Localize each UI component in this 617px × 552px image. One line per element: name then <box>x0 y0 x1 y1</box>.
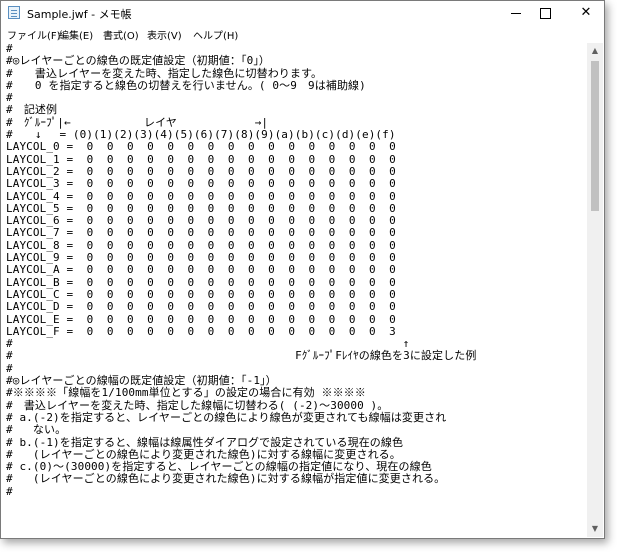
menu-bar: ファイル(F) 編集(E) 書式(O) 表示(V) ヘルプ(H) <box>1 25 604 43</box>
title-bar[interactable]: Sample.jwf - メモ帳 ✕ <box>1 1 604 25</box>
editor-line: LAYCOL_2 = 0 0 0 0 0 0 0 0 0 0 0 0 0 0 0… <box>6 164 396 178</box>
editor-line: # ｸﾞﾙｰﾌﾟ|← レイヤ →| <box>6 115 269 129</box>
editor-line: # b.(-1)を指定すると、線幅は線属性ダイアログで設定されている現在の線色 <box>6 435 404 449</box>
scroll-down-arrow-icon[interactable]: ▼ <box>587 521 603 537</box>
editor-line: # 0 を指定すると線色の切替えを行いません。( 0～9 9は補助線) <box>6 78 366 92</box>
menu-file[interactable]: ファイル(F) <box>7 27 61 42</box>
editor-line: LAYCOL_C = 0 0 0 0 0 0 0 0 0 0 0 0 0 0 0… <box>6 287 396 301</box>
notepad-window: Sample.jwf - メモ帳 ✕ ファイル(F) 編集(E) 書式(O) 表… <box>0 0 605 539</box>
editor-line: LAYCOL_0 = 0 0 0 0 0 0 0 0 0 0 0 0 0 0 0… <box>6 140 396 154</box>
menu-view[interactable]: 表示(V) <box>147 27 182 42</box>
editor-line: # (レイヤーごとの線色により変更された線色)に対する線幅が指定値に変更される。 <box>6 472 446 486</box>
editor-line: LAYCOL_5 = 0 0 0 0 0 0 0 0 0 0 0 0 0 0 0… <box>6 201 396 215</box>
menu-help[interactable]: ヘルプ(H) <box>193 27 238 42</box>
editor-line: LAYCOL_4 = 0 0 0 0 0 0 0 0 0 0 0 0 0 0 0… <box>6 189 396 203</box>
editor-line: LAYCOL_7 = 0 0 0 0 0 0 0 0 0 0 0 0 0 0 0… <box>6 226 396 240</box>
menu-format[interactable]: 書式(O) <box>103 27 139 42</box>
editor-line: # 記述例 <box>6 103 58 117</box>
vertical-scrollbar[interactable]: ▲ ▼ <box>587 43 603 537</box>
close-button[interactable]: ✕ <box>564 1 604 25</box>
editor-line: # <box>6 361 13 375</box>
editor-line: # FｸﾞﾙｰﾌﾟFﾚｲﾔの線色を3に設定した例 <box>6 349 477 363</box>
menu-edit[interactable]: 編集(E) <box>59 27 93 42</box>
editor-line: # ない。 <box>6 423 67 437</box>
editor-line: LAYCOL_3 = 0 0 0 0 0 0 0 0 0 0 0 0 0 0 0… <box>6 177 396 191</box>
editor-line: #◎レイヤーごとの線色の既定値設定（初期値：「0」） <box>6 54 271 68</box>
editor-line: LAYCOL_D = 0 0 0 0 0 0 0 0 0 0 0 0 0 0 0… <box>6 300 396 314</box>
editor-line: LAYCOL_E = 0 0 0 0 0 0 0 0 0 0 0 0 0 0 0… <box>6 312 396 326</box>
editor-line: # a.(-2)を指定すると、レイヤーごとの線色により線色が変更されても線幅は変… <box>6 410 447 424</box>
editor-line: # 書込レイヤーを変えた時、指定した線幅に切替わる( (-2)～30000 )。 <box>6 398 389 412</box>
editor-line: # 書込レイヤーを変えた時、指定した線色に切替わります。 <box>6 66 323 80</box>
editor-line: # ↓ = (0)(1)(2)(3)(4)(5)(6)(7)(8)(9)(a)(… <box>6 128 396 142</box>
editor-line: # <box>6 484 13 498</box>
editor-line: LAYCOL_B = 0 0 0 0 0 0 0 0 0 0 0 0 0 0 0… <box>6 275 396 289</box>
editor-text[interactable]: # #◎レイヤーごとの線色の既定値設定（初期値：「0」） # 書込レイヤーを変え… <box>2 43 587 498</box>
scroll-up-arrow-icon[interactable]: ▲ <box>587 43 603 59</box>
editor-line: LAYCOL_8 = 0 0 0 0 0 0 0 0 0 0 0 0 0 0 0… <box>6 238 396 252</box>
editor-line: LAYCOL_9 = 0 0 0 0 0 0 0 0 0 0 0 0 0 0 0… <box>6 251 396 265</box>
editor-line: LAYCOL_A = 0 0 0 0 0 0 0 0 0 0 0 0 0 0 0… <box>6 263 396 277</box>
window-title: Sample.jwf - メモ帳 <box>27 8 132 21</box>
text-editor[interactable]: # #◎レイヤーごとの線色の既定値設定（初期値：「0」） # 書込レイヤーを変え… <box>2 43 587 537</box>
maximize-button[interactable] <box>524 1 568 25</box>
editor-line: # (レイヤーごとの線色により変更された線色)に対する線幅に変更される。 <box>6 447 401 461</box>
notepad-icon <box>8 6 20 19</box>
editor-line: LAYCOL_1 = 0 0 0 0 0 0 0 0 0 0 0 0 0 0 0… <box>6 152 396 166</box>
editor-line: LAYCOL_6 = 0 0 0 0 0 0 0 0 0 0 0 0 0 0 0… <box>6 214 396 228</box>
editor-line: LAYCOL_F = 0 0 0 0 0 0 0 0 0 0 0 0 0 0 0… <box>6 324 396 338</box>
editor-line: #※※※※「線幅を1/100mm単位とする」の設定の場合に有効 ※※※※ <box>6 386 366 400</box>
scrollbar-thumb[interactable] <box>591 61 599 211</box>
